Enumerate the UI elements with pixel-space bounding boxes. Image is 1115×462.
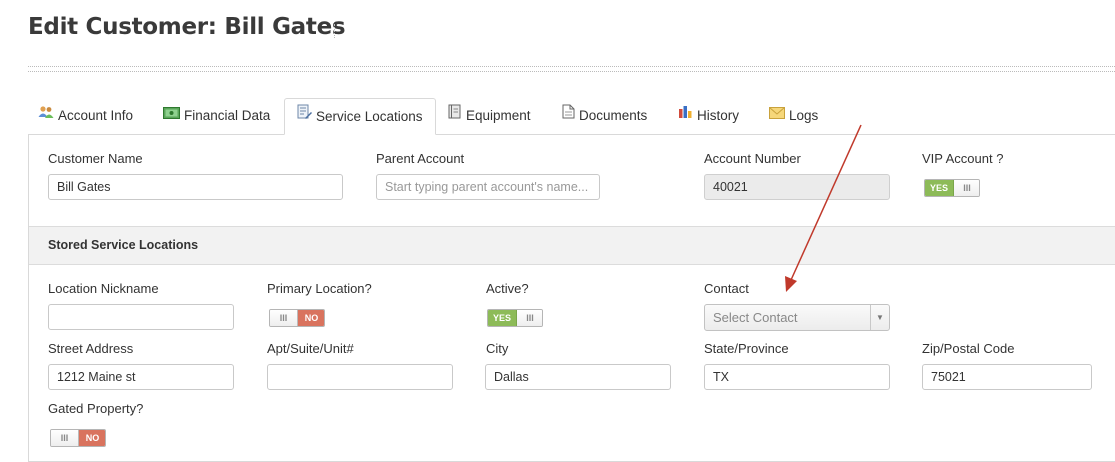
envelope-icon: [769, 97, 785, 133]
toggle-grip: III: [270, 310, 298, 326]
toggle-off-label: NO: [298, 310, 324, 326]
contact-select-value: Select Contact: [713, 310, 798, 325]
parent-account-placeholder: Start typing parent account's name...: [385, 180, 589, 194]
tab-label: Documents: [579, 108, 648, 123]
users-icon: [38, 97, 54, 133]
apt-suite-label: Apt/Suite/Unit#: [267, 341, 354, 356]
street-address-input[interactable]: 1212 Maine st: [48, 364, 234, 390]
section-title: Stored Service Locations: [48, 238, 199, 252]
apt-suite-input[interactable]: [267, 364, 453, 390]
vip-account-label: VIP Account ?: [922, 151, 1004, 166]
tab-history[interactable]: History: [678, 98, 739, 133]
tab-label: Logs: [789, 108, 819, 123]
customer-name-label: Customer Name: [48, 151, 143, 166]
tab-service-locations[interactable]: Service Locations: [284, 98, 436, 135]
primary-location-toggle[interactable]: III NO: [269, 309, 325, 327]
account-number-field: 40021: [704, 174, 890, 200]
toggle-grip: III: [954, 180, 979, 196]
tab-account-info[interactable]: Account Info: [38, 98, 133, 133]
document-edit-icon: [297, 98, 312, 134]
page-title: Edit Customer: Bill Gates: [28, 14, 346, 40]
document-icon: [562, 97, 575, 133]
active-label: Active?: [486, 281, 529, 296]
customer-name-input[interactable]: Bill Gates: [48, 174, 343, 200]
location-nickname-input[interactable]: [48, 304, 234, 330]
state-province-label: State/Province: [704, 341, 789, 356]
tab-label: Account Info: [58, 108, 134, 123]
header-divider: [28, 66, 1115, 72]
street-address-label: Street Address: [48, 341, 134, 356]
active-toggle[interactable]: YES III: [487, 309, 543, 327]
city-label: City: [486, 341, 509, 356]
toggle-off-label: NO: [79, 430, 105, 446]
parent-account-input[interactable]: Start typing parent account's name...: [376, 174, 600, 200]
zip-code-input[interactable]: 75021: [922, 364, 1092, 390]
toggle-grip: III: [517, 310, 542, 326]
tab-label: Financial Data: [184, 108, 271, 123]
contact-label: Contact: [704, 281, 749, 296]
book-icon: [448, 97, 462, 133]
gated-property-toggle[interactable]: III NO: [50, 429, 106, 447]
tab-label: Equipment: [466, 108, 531, 123]
account-number-label: Account Number: [704, 151, 801, 166]
title-divider: [334, 24, 335, 38]
money-icon: [163, 97, 180, 133]
stored-service-locations-header: Stored Service Locations: [29, 226, 1115, 265]
parent-account-label: Parent Account: [376, 151, 465, 166]
zip-code-label: Zip/Postal Code: [922, 341, 1015, 356]
contact-select[interactable]: Select Contact ▼: [704, 304, 890, 331]
tab-label: History: [697, 108, 740, 123]
gated-property-label: Gated Property?: [48, 401, 144, 416]
toggle-on-label: YES: [925, 180, 954, 196]
tab-label: Service Locations: [316, 109, 423, 124]
primary-location-label: Primary Location?: [267, 281, 372, 296]
toggle-grip: III: [51, 430, 79, 446]
tab-bar: Account Info Financial Data Service Loca…: [28, 98, 1115, 135]
tab-logs[interactable]: Logs: [769, 98, 818, 133]
state-province-input[interactable]: TX: [704, 364, 890, 390]
tab-equipment[interactable]: Equipment: [448, 98, 531, 133]
vip-account-toggle[interactable]: YES III: [924, 179, 980, 197]
location-nickname-label: Location Nickname: [48, 281, 159, 296]
city-input[interactable]: Dallas: [485, 364, 671, 390]
bar-chart-icon: [678, 97, 693, 133]
tab-financial-data[interactable]: Financial Data: [163, 98, 270, 133]
chevron-down-icon: ▼: [870, 305, 889, 330]
toggle-on-label: YES: [488, 310, 517, 326]
tab-documents[interactable]: Documents: [562, 98, 647, 133]
